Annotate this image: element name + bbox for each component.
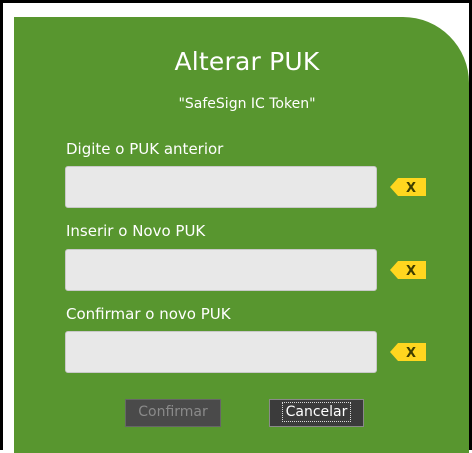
new-puk-input[interactable] xyxy=(65,249,377,291)
clear-x-icon: X xyxy=(390,178,426,196)
clear-confirm-puk-button[interactable]: X xyxy=(390,340,426,364)
clear-confirm-puk-label: X xyxy=(406,346,416,361)
cancel-button-label: Cancelar xyxy=(281,402,352,422)
confirm-puk-label: Confirmar o novo PUK xyxy=(66,305,231,323)
token-name: "SafeSign IC Token" xyxy=(178,96,316,112)
clear-new-puk-label: X xyxy=(406,264,416,279)
clear-x-icon: X xyxy=(390,343,426,361)
new-puk-label: Inserir o Novo PUK xyxy=(66,222,206,240)
clear-old-puk-button[interactable]: X xyxy=(390,175,426,199)
dialog-title: Alterar PUK xyxy=(174,47,320,76)
clear-old-puk-label: X xyxy=(406,181,416,196)
old-puk-label: Digite o PUK anterior xyxy=(66,140,224,158)
clear-new-puk-button[interactable]: X xyxy=(390,258,426,282)
clear-x-icon: X xyxy=(390,261,426,279)
change-puk-dialog: Alterar PUK "SafeSign IC Token" Digite o… xyxy=(14,17,469,453)
window-frame: Alterar PUK "SafeSign IC Token" Digite o… xyxy=(0,0,472,453)
old-puk-input[interactable] xyxy=(65,166,377,208)
confirm-puk-input[interactable] xyxy=(65,331,377,373)
cancel-button[interactable]: Cancelar xyxy=(269,399,364,427)
confirm-button[interactable]: Confirmar xyxy=(125,399,221,427)
